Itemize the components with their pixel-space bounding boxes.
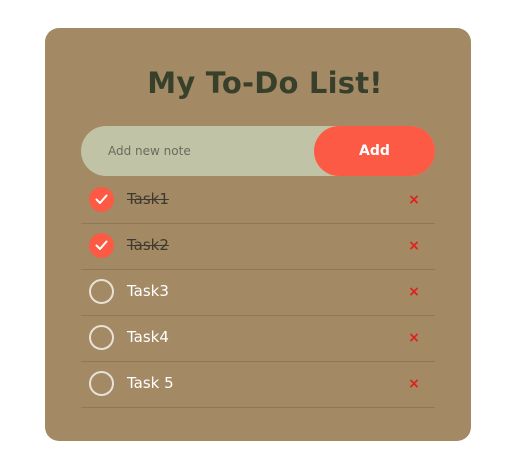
task-item: Task4 × [81,316,435,362]
task-checkbox[interactable] [89,325,114,350]
close-icon[interactable]: × [406,330,422,346]
add-note-form: Add [81,126,435,176]
add-button[interactable]: Add [314,126,435,176]
close-icon[interactable]: × [406,192,422,208]
task-item: Task2 × [81,224,435,270]
task-label[interactable]: Task4 [127,328,169,346]
task-checkbox[interactable] [89,187,114,212]
page-title: My To-Do List! [147,66,383,100]
task-checkbox[interactable] [89,279,114,304]
task-label[interactable]: Task 5 [127,374,174,392]
task-label[interactable]: Task3 [127,282,169,300]
close-icon[interactable]: × [406,284,422,300]
task-label[interactable]: Task2 [127,236,169,254]
close-icon[interactable]: × [406,238,422,254]
task-item: Task3 × [81,270,435,316]
task-label[interactable]: Task1 [127,190,169,208]
task-item: Task1 × [81,178,435,224]
close-icon[interactable]: × [406,376,422,392]
task-list: Task1 × Task2 × Task3 × Task4 × Task 5 × [81,178,435,408]
note-input[interactable] [81,126,321,176]
task-item: Task 5 × [81,362,435,408]
task-checkbox[interactable] [89,371,114,396]
check-icon [95,194,108,204]
check-icon [95,240,108,250]
task-checkbox[interactable] [89,233,114,258]
